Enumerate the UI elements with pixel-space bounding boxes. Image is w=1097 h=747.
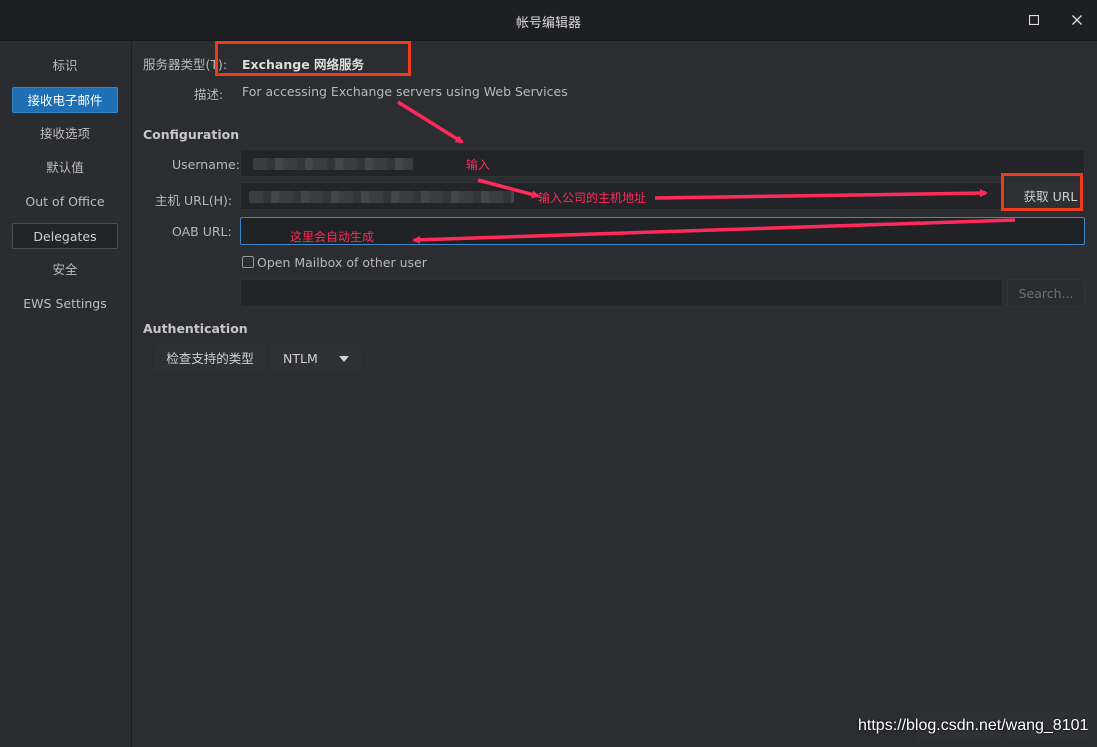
- description-label: 描述:: [194, 87, 224, 102]
- highlight-box-server-type: [215, 41, 411, 76]
- main-panel: 服务器类型(T): Exchange 网络服务 描述: For accessin…: [132, 41, 1097, 747]
- username-label: Username:: [172, 157, 240, 172]
- oab-url-label: OAB URL:: [172, 224, 232, 239]
- annotation-input: 输入: [466, 158, 491, 172]
- auth-method-value: NTLM: [283, 351, 318, 366]
- sidebar: 标识 接收电子邮件 接收选项 默认值 Out of Office Delegat…: [0, 41, 132, 747]
- chevron-down-icon: [339, 356, 349, 362]
- maximize-icon: [1028, 14, 1040, 26]
- open-mailbox-label[interactable]: Open Mailbox of other user: [257, 255, 427, 270]
- open-mailbox-checkbox[interactable]: [242, 256, 254, 268]
- sidebar-item-out-of-office[interactable]: Out of Office: [12, 189, 118, 215]
- sidebar-item-identity[interactable]: 标识: [12, 53, 118, 79]
- annotation-host-hint: 输入公司的主机地址: [538, 191, 647, 205]
- maximize-button[interactable]: [1023, 9, 1045, 31]
- auth-method-select[interactable]: NTLM: [270, 344, 361, 371]
- search-button[interactable]: Search...: [1007, 279, 1085, 307]
- title-bar: 帐号编辑器: [0, 0, 1097, 41]
- close-button[interactable]: [1066, 9, 1088, 31]
- other-mailbox-input[interactable]: [240, 279, 1003, 307]
- description-value: For accessing Exchange servers using Web…: [242, 84, 568, 99]
- sidebar-item-defaults[interactable]: 默认值: [12, 155, 118, 181]
- sidebar-item-receive-mail[interactable]: 接收电子邮件: [12, 87, 118, 113]
- sidebar-item-security[interactable]: 安全: [12, 257, 118, 283]
- authentication-heading: Authentication: [143, 321, 248, 336]
- username-input[interactable]: [240, 149, 1085, 177]
- check-supported-types-button[interactable]: 检查支持的类型: [155, 344, 265, 371]
- sidebar-item-delegates[interactable]: Delegates: [12, 223, 118, 249]
- redacted-host-url: [249, 191, 514, 203]
- configuration-heading: Configuration: [143, 127, 240, 142]
- sidebar-item-ews-settings[interactable]: EWS Settings: [12, 291, 118, 317]
- highlight-box-fetch-url: [1001, 173, 1083, 211]
- watermark: https://blog.csdn.net/wang_8101: [858, 717, 1089, 734]
- window-title: 帐号编辑器: [515, 16, 581, 31]
- host-url-label: 主机 URL(H):: [155, 193, 233, 208]
- close-icon: [1072, 15, 1082, 25]
- annotation-auto-hint: 这里会自动生成: [290, 230, 375, 244]
- sidebar-item-receive-options[interactable]: 接收选项: [12, 121, 118, 147]
- redacted-username: [253, 158, 413, 170]
